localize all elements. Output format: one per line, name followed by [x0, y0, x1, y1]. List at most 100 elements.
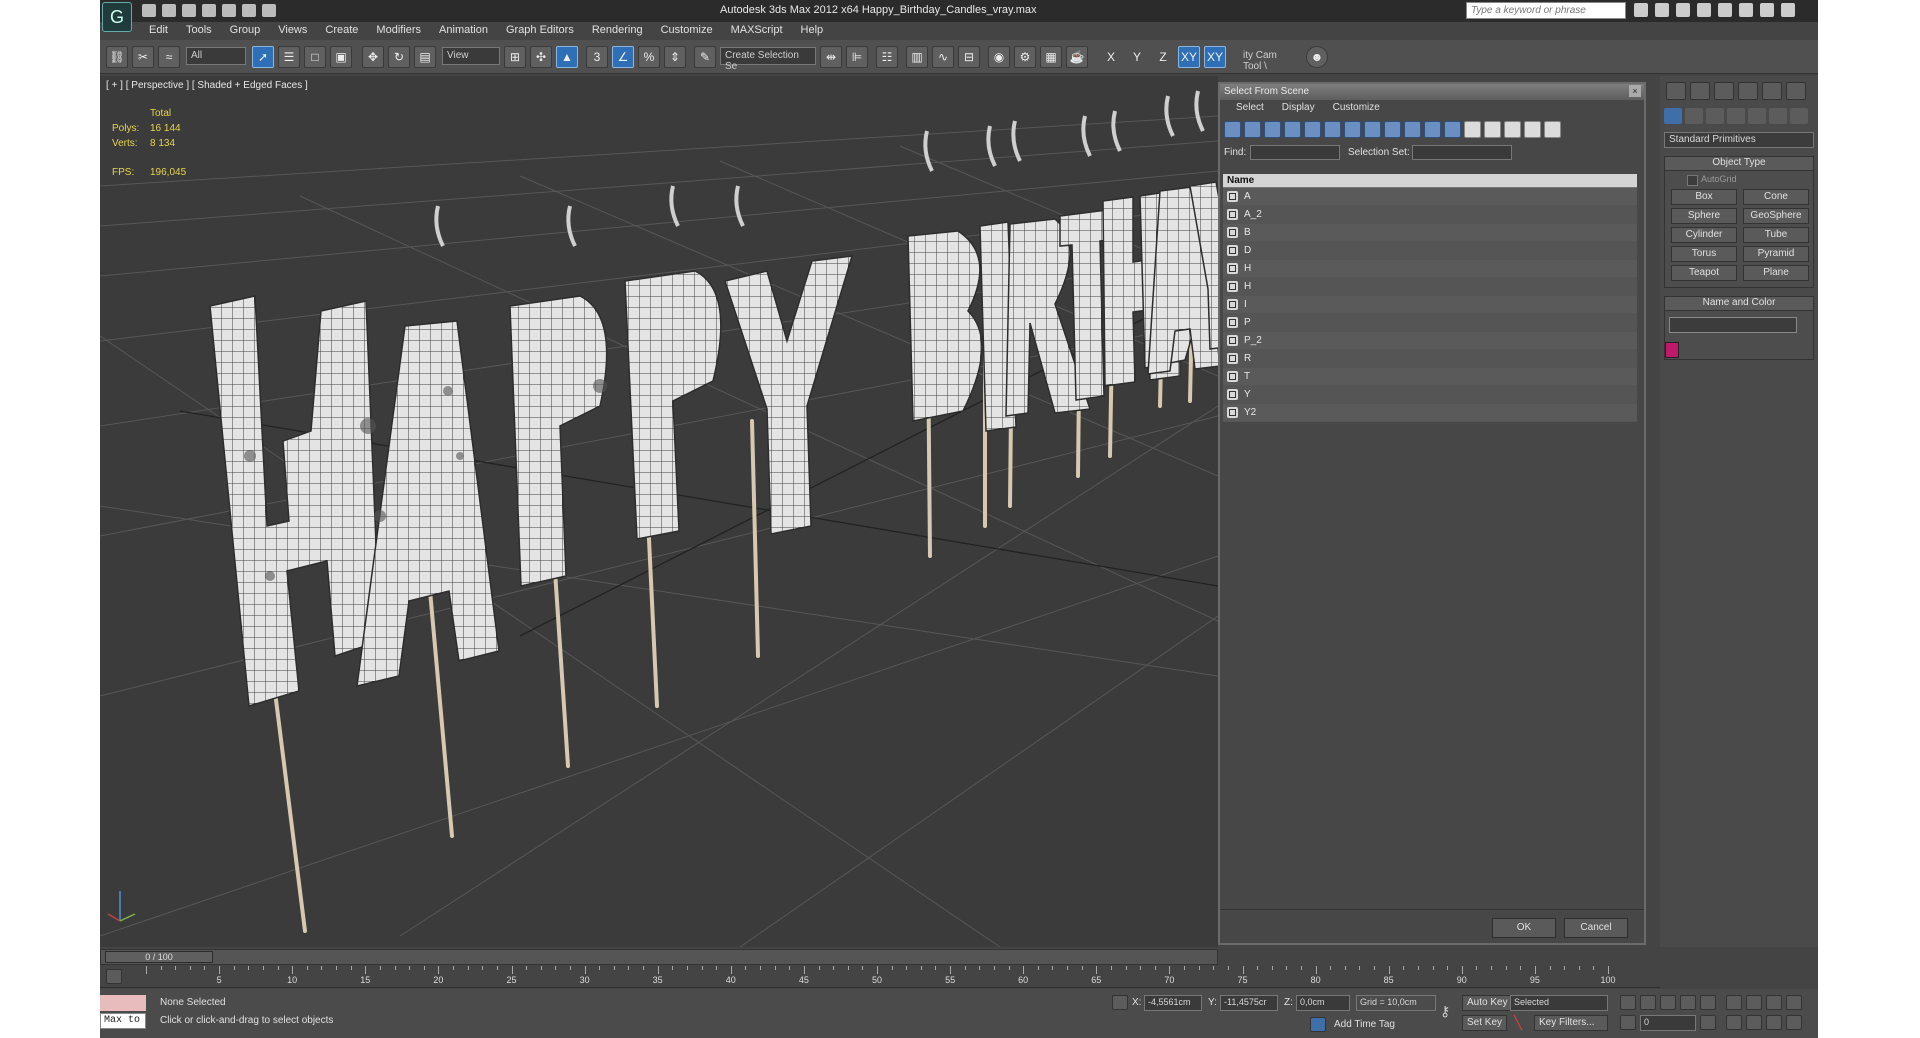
- tube-button[interactable]: Tube: [1743, 227, 1809, 243]
- y-coordinate-field[interactable]: -11,4575cr: [1220, 995, 1278, 1011]
- box-button[interactable]: Box: [1671, 189, 1737, 205]
- x-coordinate-field[interactable]: -4,5561cm: [1144, 995, 1202, 1011]
- display-space-warps-icon[interactable]: [1324, 121, 1341, 138]
- tools-icon[interactable]: [1655, 3, 1669, 17]
- menu-modifiers[interactable]: Modifiers: [367, 22, 430, 40]
- autogrid-checkbox[interactable]: AutoGrid: [1665, 171, 1813, 187]
- help-icon[interactable]: [1718, 3, 1732, 17]
- menu-create[interactable]: Create: [316, 22, 367, 40]
- pan-view-icon[interactable]: [1746, 1015, 1762, 1030]
- track-bar[interactable]: 5 10 15 20 25 30 35 40 45 50 55 60 65 70 75 80 85 90 95 100: [100, 966, 1660, 988]
- set-key-button[interactable]: Set Key: [1462, 1015, 1508, 1031]
- render-setup-icon[interactable]: ⚙: [1014, 46, 1036, 68]
- display-tab-icon[interactable]: [1762, 82, 1782, 100]
- current-frame-field[interactable]: 0: [1640, 1015, 1696, 1031]
- menu-animation[interactable]: Animation: [430, 22, 497, 40]
- new-file-icon[interactable]: [142, 4, 156, 17]
- material-editor-icon[interactable]: ◉: [988, 46, 1010, 68]
- angle-snap-icon[interactable]: ∠: [612, 46, 634, 68]
- app-logo-icon[interactable]: G: [102, 2, 132, 32]
- axis-x-button[interactable]: X: [1100, 46, 1122, 68]
- link-icon[interactable]: ⛓: [106, 46, 128, 68]
- reference-coordinate-dropdown[interactable]: View: [442, 47, 500, 65]
- time-tag-icon[interactable]: [1310, 1017, 1326, 1032]
- minimize-icon[interactable]: [1739, 3, 1753, 17]
- cylinder-button[interactable]: Cylinder: [1671, 227, 1737, 243]
- menu-graph-editors[interactable]: Graph Editors: [497, 22, 583, 40]
- dialog-title-bar[interactable]: Select From Scene ×: [1220, 84, 1644, 100]
- display-invert-icon[interactable]: [1504, 121, 1521, 138]
- axis-xy-cycle-button[interactable]: XY: [1204, 46, 1226, 68]
- menu-tools[interactable]: Tools: [177, 22, 221, 40]
- geometry-category-icon[interactable]: [1664, 108, 1682, 124]
- dialog-menu-display[interactable]: Display: [1274, 102, 1323, 116]
- orbit-icon[interactable]: [1766, 1015, 1782, 1030]
- list-item[interactable]: Y2: [1223, 404, 1637, 422]
- menu-customize[interactable]: Customize: [652, 22, 722, 40]
- layer-manager-icon[interactable]: ☷: [876, 46, 898, 68]
- teapot-button[interactable]: Teapot: [1671, 265, 1737, 281]
- spinner-snap-icon[interactable]: ⇕: [664, 46, 686, 68]
- binoculars-icon[interactable]: [1634, 3, 1648, 17]
- unlink-icon[interactable]: ✂: [132, 46, 154, 68]
- render-production-icon[interactable]: ☕: [1066, 46, 1088, 68]
- key-mode-toggle-icon[interactable]: [1620, 1015, 1636, 1030]
- rendered-frame-window-icon[interactable]: ▦: [1040, 46, 1062, 68]
- list-item[interactable]: A_2: [1223, 206, 1637, 224]
- display-helpers-icon[interactable]: [1304, 121, 1321, 138]
- list-item[interactable]: Y: [1223, 386, 1637, 404]
- helpers-category-icon[interactable]: [1748, 108, 1766, 124]
- rectangular-region-icon[interactable]: □: [304, 46, 326, 68]
- snaps-toggle-icon[interactable]: 3: [586, 46, 608, 68]
- schematic-view-icon[interactable]: ⊟: [958, 46, 980, 68]
- list-item[interactable]: D: [1223, 242, 1637, 260]
- axis-xy-button[interactable]: XY: [1178, 46, 1200, 68]
- display-shapes-icon[interactable]: [1244, 121, 1261, 138]
- name-column-header[interactable]: Name: [1223, 174, 1637, 188]
- graphite-ribbon-icon[interactable]: ▥: [906, 46, 928, 68]
- bind-space-warp-icon[interactable]: ≈: [158, 46, 180, 68]
- display-bones-icon[interactable]: [1384, 121, 1401, 138]
- find-input[interactable]: [1250, 145, 1340, 160]
- align-icon[interactable]: ⊫: [846, 46, 868, 68]
- display-lights-icon[interactable]: [1264, 121, 1281, 138]
- shapes-category-icon[interactable]: [1685, 108, 1703, 124]
- help-search-input[interactable]: Type a keyword or phrase: [1466, 2, 1626, 19]
- auto-key-button[interactable]: Auto Key: [1462, 995, 1513, 1011]
- project-folder-icon[interactable]: [262, 4, 276, 17]
- add-time-tag[interactable]: Add Time Tag: [1334, 1019, 1395, 1030]
- display-hidden-icon[interactable]: [1444, 121, 1461, 138]
- zoom-icon[interactable]: [1726, 995, 1742, 1010]
- maximize-icon[interactable]: [1760, 3, 1774, 17]
- go-to-end-icon[interactable]: [1700, 995, 1716, 1010]
- close-icon[interactable]: [1781, 3, 1795, 17]
- perspective-viewport[interactable]: [ + ] [ Perspective ] [ Shaded + Edged F…: [100, 76, 1218, 947]
- save-file-icon[interactable]: [182, 4, 196, 17]
- z-coordinate-field[interactable]: 0,0cm: [1296, 995, 1350, 1011]
- systems-category-icon[interactable]: [1790, 108, 1808, 124]
- window-crossing-icon[interactable]: ▣: [330, 46, 352, 68]
- plane-button[interactable]: Plane: [1743, 265, 1809, 281]
- menu-group[interactable]: Group: [221, 22, 270, 40]
- hierarchy-tab-icon[interactable]: [1714, 82, 1734, 100]
- list-item[interactable]: H: [1223, 278, 1637, 296]
- list-item[interactable]: P_2: [1223, 332, 1637, 350]
- menu-rendering[interactable]: Rendering: [583, 22, 652, 40]
- object-color-swatch[interactable]: [1665, 341, 1679, 358]
- edit-named-selection-icon[interactable]: ✎: [694, 46, 716, 68]
- viewport-label[interactable]: [ + ] [ Perspective ] [ Shaded + Edged F…: [106, 80, 308, 91]
- selection-set-input[interactable]: [1412, 145, 1512, 160]
- primitive-type-dropdown[interactable]: Standard Primitives: [1664, 132, 1814, 148]
- display-frozen-icon[interactable]: [1424, 121, 1441, 138]
- display-groups-icon[interactable]: [1344, 121, 1361, 138]
- percent-snap-icon[interactable]: %: [638, 46, 660, 68]
- hold-icon[interactable]: [242, 4, 256, 17]
- subscription-icon[interactable]: [1676, 3, 1690, 17]
- zoom-all-icon[interactable]: [1746, 995, 1762, 1010]
- camtool-skull-icon[interactable]: ☻: [1306, 46, 1328, 68]
- name-and-color-title[interactable]: Name and Color: [1665, 297, 1813, 311]
- dialog-menu-customize[interactable]: Customize: [1325, 102, 1388, 116]
- motion-tab-icon[interactable]: [1738, 82, 1758, 100]
- curve-editor-icon[interactable]: ∿: [932, 46, 954, 68]
- select-object-icon[interactable]: ➚: [252, 46, 274, 68]
